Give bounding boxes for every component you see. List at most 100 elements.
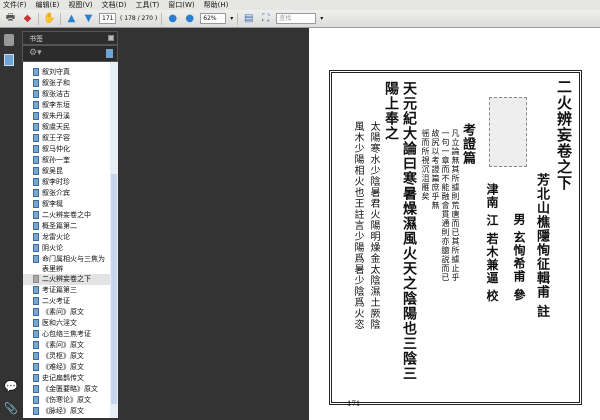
bookmark-item[interactable]: 《灵枢》原文 <box>23 351 118 362</box>
bookmark-item[interactable]: 概圣篇第二 <box>23 221 118 232</box>
bookmarks-icon[interactable] <box>4 54 14 66</box>
zoom-in-icon[interactable]: ● <box>183 12 196 25</box>
attachments-icon[interactable]: 📎 <box>4 402 18 415</box>
bookmark-item[interactable]: 龙雷火论 <box>23 232 118 243</box>
bookmark-item[interactable]: 《金匮要略》原文 <box>23 384 118 395</box>
bookmark-item[interactable]: 叙张介宾 <box>23 188 118 199</box>
bookmark-icon <box>33 319 39 327</box>
menu-tools[interactable]: 工具(T) <box>136 0 160 10</box>
menu-help[interactable]: 帮助(H) <box>204 0 229 10</box>
scrollbar[interactable] <box>110 62 118 418</box>
bookmark-item[interactable]: 叙王子容 <box>23 133 118 144</box>
bookmark-item[interactable]: 叙孙一奎 <box>23 155 118 166</box>
bookmark-label: 《素问》原文 <box>42 341 84 349</box>
bookmark-item[interactable]: 叙张子和 <box>23 78 118 89</box>
bookmark-item[interactable]: 叙张洁古 <box>23 89 118 100</box>
gear-icon[interactable]: ⚙▾ <box>29 48 42 58</box>
bookmark-icon <box>33 222 39 230</box>
bookmark-label: 叙马仲化 <box>42 145 70 153</box>
new-bookmark-icon[interactable] <box>106 49 113 58</box>
bookmark-label: 命门属相火与三焦为表里辨 <box>42 255 105 273</box>
chevron-down-icon[interactable]: ▾ <box>230 15 233 22</box>
hand-tool-icon[interactable]: ✋ <box>43 12 56 25</box>
menu-window[interactable]: 窗口(W) <box>168 0 194 10</box>
bookmark-icon <box>33 275 39 283</box>
previous-page-icon[interactable]: ▲ <box>65 12 78 25</box>
menu-edit[interactable]: 编辑(E) <box>36 0 60 10</box>
bookmark-item[interactable]: 《伤寒论》原文 <box>23 395 118 406</box>
bookmark-label: 《素问》原文 <box>42 308 84 316</box>
bookmark-label: 考证篇第三 <box>42 286 77 294</box>
bookmark-label: 叙吴昆 <box>42 167 63 175</box>
doc-intro-3: 故尻以考證篇庶乎無 <box>431 129 440 210</box>
bookmark-item[interactable]: 《素问》原文 <box>23 340 118 351</box>
toolbar: 🖶 ◆ ✋ ▲ ▼ 171 ( 178 / 270 ) ● ● 62% ▾ ▤ … <box>0 10 600 28</box>
bookmark-list: 叙刘守真叙张子和叙张洁古叙李东垣 叙朱丹溪 叙虞天民叙王子容 叙马仲化叙孙一奎 叙吴昆叙… <box>23 62 118 418</box>
bookmark-item[interactable]: 叙马仲化 <box>23 144 118 155</box>
bookmark-item[interactable]: 二火辨妄卷之下 <box>23 274 118 285</box>
bookmark-item[interactable]: 叙李梴 <box>23 199 118 210</box>
bookmark-label: 叙虞天民 <box>42 123 70 131</box>
bookmark-item[interactable]: 叙吴昆 <box>23 166 118 177</box>
doc-author: 芳北山樵隱恂征輯甫 註 <box>534 173 549 319</box>
bookmark-item[interactable]: 《素问》原文 <box>23 307 118 318</box>
bookmark-icon <box>33 101 39 109</box>
bookmark-item[interactable]: 叙朱丹溪 <box>23 111 118 122</box>
bookmark-icon <box>33 286 39 294</box>
bookmark-item[interactable]: 考证篇第三 <box>23 285 118 296</box>
page-count: ( 178 / 270 ) <box>120 15 158 22</box>
menu-document[interactable]: 文档(D) <box>102 0 127 10</box>
chevron-down-icon[interactable]: ▾ <box>320 15 323 22</box>
print-icon[interactable]: 🖶 <box>4 12 17 25</box>
bookmark-icon <box>33 178 39 186</box>
bookmark-label: 叙张洁古 <box>42 90 70 98</box>
bookmark-item[interactable]: 二火辨妄卷之中 <box>23 210 118 221</box>
bookmark-icon <box>33 145 39 153</box>
panel-title: 书签 <box>29 35 43 43</box>
bookmark-item[interactable]: 史记扁鹊传文 <box>23 373 118 384</box>
menu-file[interactable]: 文件(F) <box>3 0 27 10</box>
fit-page-icon[interactable]: ▤ <box>242 12 255 25</box>
close-panel-icon[interactable] <box>108 35 114 41</box>
scrollbar-thumb[interactable] <box>111 174 117 404</box>
doc-son: 男 玄恂希甫 參 <box>512 213 526 302</box>
zoom-select[interactable]: 62% <box>200 13 227 24</box>
bookmark-icon <box>33 374 39 382</box>
separator <box>38 12 39 25</box>
bookmark-item[interactable]: 命门属相火与三焦为表里辨 <box>23 254 107 274</box>
bookmark-item[interactable]: 二火考证 <box>23 296 118 307</box>
page-number-input[interactable]: 171 <box>99 13 116 24</box>
bookmark-label: 叙张子和 <box>42 79 70 87</box>
bookmark-icon <box>33 407 39 415</box>
bookmark-label: 《难经》原文 <box>42 363 84 371</box>
search-input[interactable]: 查找 <box>276 13 317 24</box>
bookmark-item[interactable]: 心包络三焦考证 <box>23 329 118 340</box>
menu-view[interactable]: 视图(V) <box>68 0 92 10</box>
page-frame: 二火辨妄卷之下 芳北山樵隱恂征輯甫 註 男 玄恂希甫 參 津南 江 若木兼逼 校… <box>329 70 582 405</box>
bookmark-item[interactable]: 叙虞天民 <box>23 122 118 133</box>
bookmark-item[interactable]: 阴火论 <box>23 243 118 254</box>
zoom-out-icon[interactable]: ● <box>166 12 179 25</box>
bookmark-item[interactable]: 叙李东垣 <box>23 100 118 111</box>
bookmark-icon <box>33 297 39 305</box>
doc-note-2: 風木少陽相火也王註言少陽爲暑少陰爲火恣 <box>352 121 363 330</box>
next-page-icon[interactable]: ▼ <box>82 12 95 25</box>
bookmark-label: 史记扁鹊传文 <box>42 374 84 382</box>
bookmark-icon <box>33 200 39 208</box>
bookmark-item[interactable]: 叙李时珍 <box>23 177 118 188</box>
bookmark-icon <box>33 90 39 98</box>
bookmark-icon <box>33 211 39 219</box>
bookmark-label: 叙刘守真 <box>42 68 70 76</box>
create-pdf-icon[interactable]: ◆ <box>21 12 34 25</box>
bookmark-item[interactable]: 叙刘守真 <box>23 67 118 78</box>
bookmark-icon <box>33 68 39 76</box>
bookmark-label: 二火辨妄卷之下 <box>42 275 91 283</box>
doc-proof: 津南 江 若木兼逼 校 <box>485 183 499 303</box>
pages-icon[interactable] <box>4 34 14 46</box>
comments-icon[interactable]: 💬 <box>4 380 18 393</box>
bookmark-item[interactable]: 《难经》原文 <box>23 362 118 373</box>
full-screen-icon[interactable]: ⛶ <box>259 12 272 25</box>
bookmark-item[interactable]: 《脉经》原文 <box>23 406 118 417</box>
bookmark-item[interactable]: 医和六淫文 <box>23 318 118 329</box>
bookmark-label: 医和六淫文 <box>42 319 77 327</box>
